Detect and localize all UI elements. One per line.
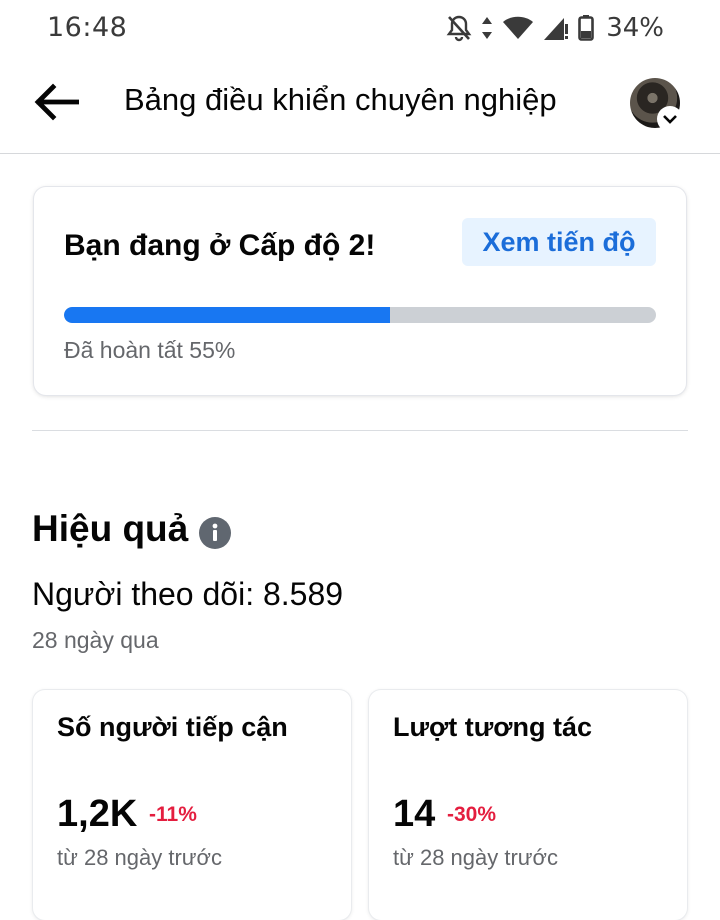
app-header: Bảng điều khiển chuyên nghiệp — [0, 56, 720, 154]
progress-bar — [64, 307, 656, 323]
info-icon[interactable] — [199, 517, 231, 549]
stat-subtext: từ 28 ngày trước — [57, 845, 222, 870]
progress-fill — [64, 307, 390, 323]
wifi-icon — [503, 16, 534, 39]
level-card: Bạn đang ở Cấp độ 2! Xem tiến độ Đã hoàn… — [34, 187, 686, 395]
battery-percent: 34% — [606, 13, 664, 43]
stat-change: -30% — [447, 803, 497, 826]
level-title: Bạn đang ở Cấp độ 2! — [64, 229, 376, 262]
engagement-card[interactable]: Lượt tương tác 14 -30% từ 28 ngày trước — [369, 690, 687, 920]
status-bar: 16:48 34% — [0, 0, 720, 56]
status-time: 16:48 — [47, 12, 128, 43]
followers-count: Người theo dõi: 8.589 — [32, 576, 344, 612]
stat-title: Số người tiếp cận — [57, 712, 288, 742]
arrow-left-icon — [34, 83, 79, 121]
bell-off-icon — [446, 15, 472, 42]
reach-card[interactable]: Số người tiếp cận 1,2K -11% từ 28 ngày t… — [33, 690, 351, 920]
page-title: Bảng điều khiển chuyên nghiệp — [124, 82, 557, 117]
status-icons: 34% — [446, 12, 664, 44]
stat-change: -11% — [149, 803, 197, 826]
view-progress-button[interactable]: Xem tiến độ — [462, 218, 656, 266]
stat-subtext: từ 28 ngày trước — [393, 845, 558, 870]
battery-icon — [578, 15, 595, 41]
stat-value: 1,2K — [57, 793, 138, 835]
back-button[interactable] — [30, 80, 82, 124]
section-divider — [32, 430, 688, 431]
signal-icon — [544, 18, 569, 40]
performance-heading: Hiệu quả — [32, 508, 189, 549]
progress-label: Đã hoàn tất 55% — [64, 337, 236, 363]
chevron-down-icon — [663, 115, 677, 124]
info-glyph — [212, 523, 218, 541]
data-arrows-icon — [482, 17, 493, 39]
stat-value: 14 — [393, 793, 436, 835]
stat-title: Lượt tương tác — [393, 712, 592, 742]
period-label: 28 ngày qua — [32, 627, 159, 653]
avatar-menu-badge[interactable] — [657, 106, 683, 132]
